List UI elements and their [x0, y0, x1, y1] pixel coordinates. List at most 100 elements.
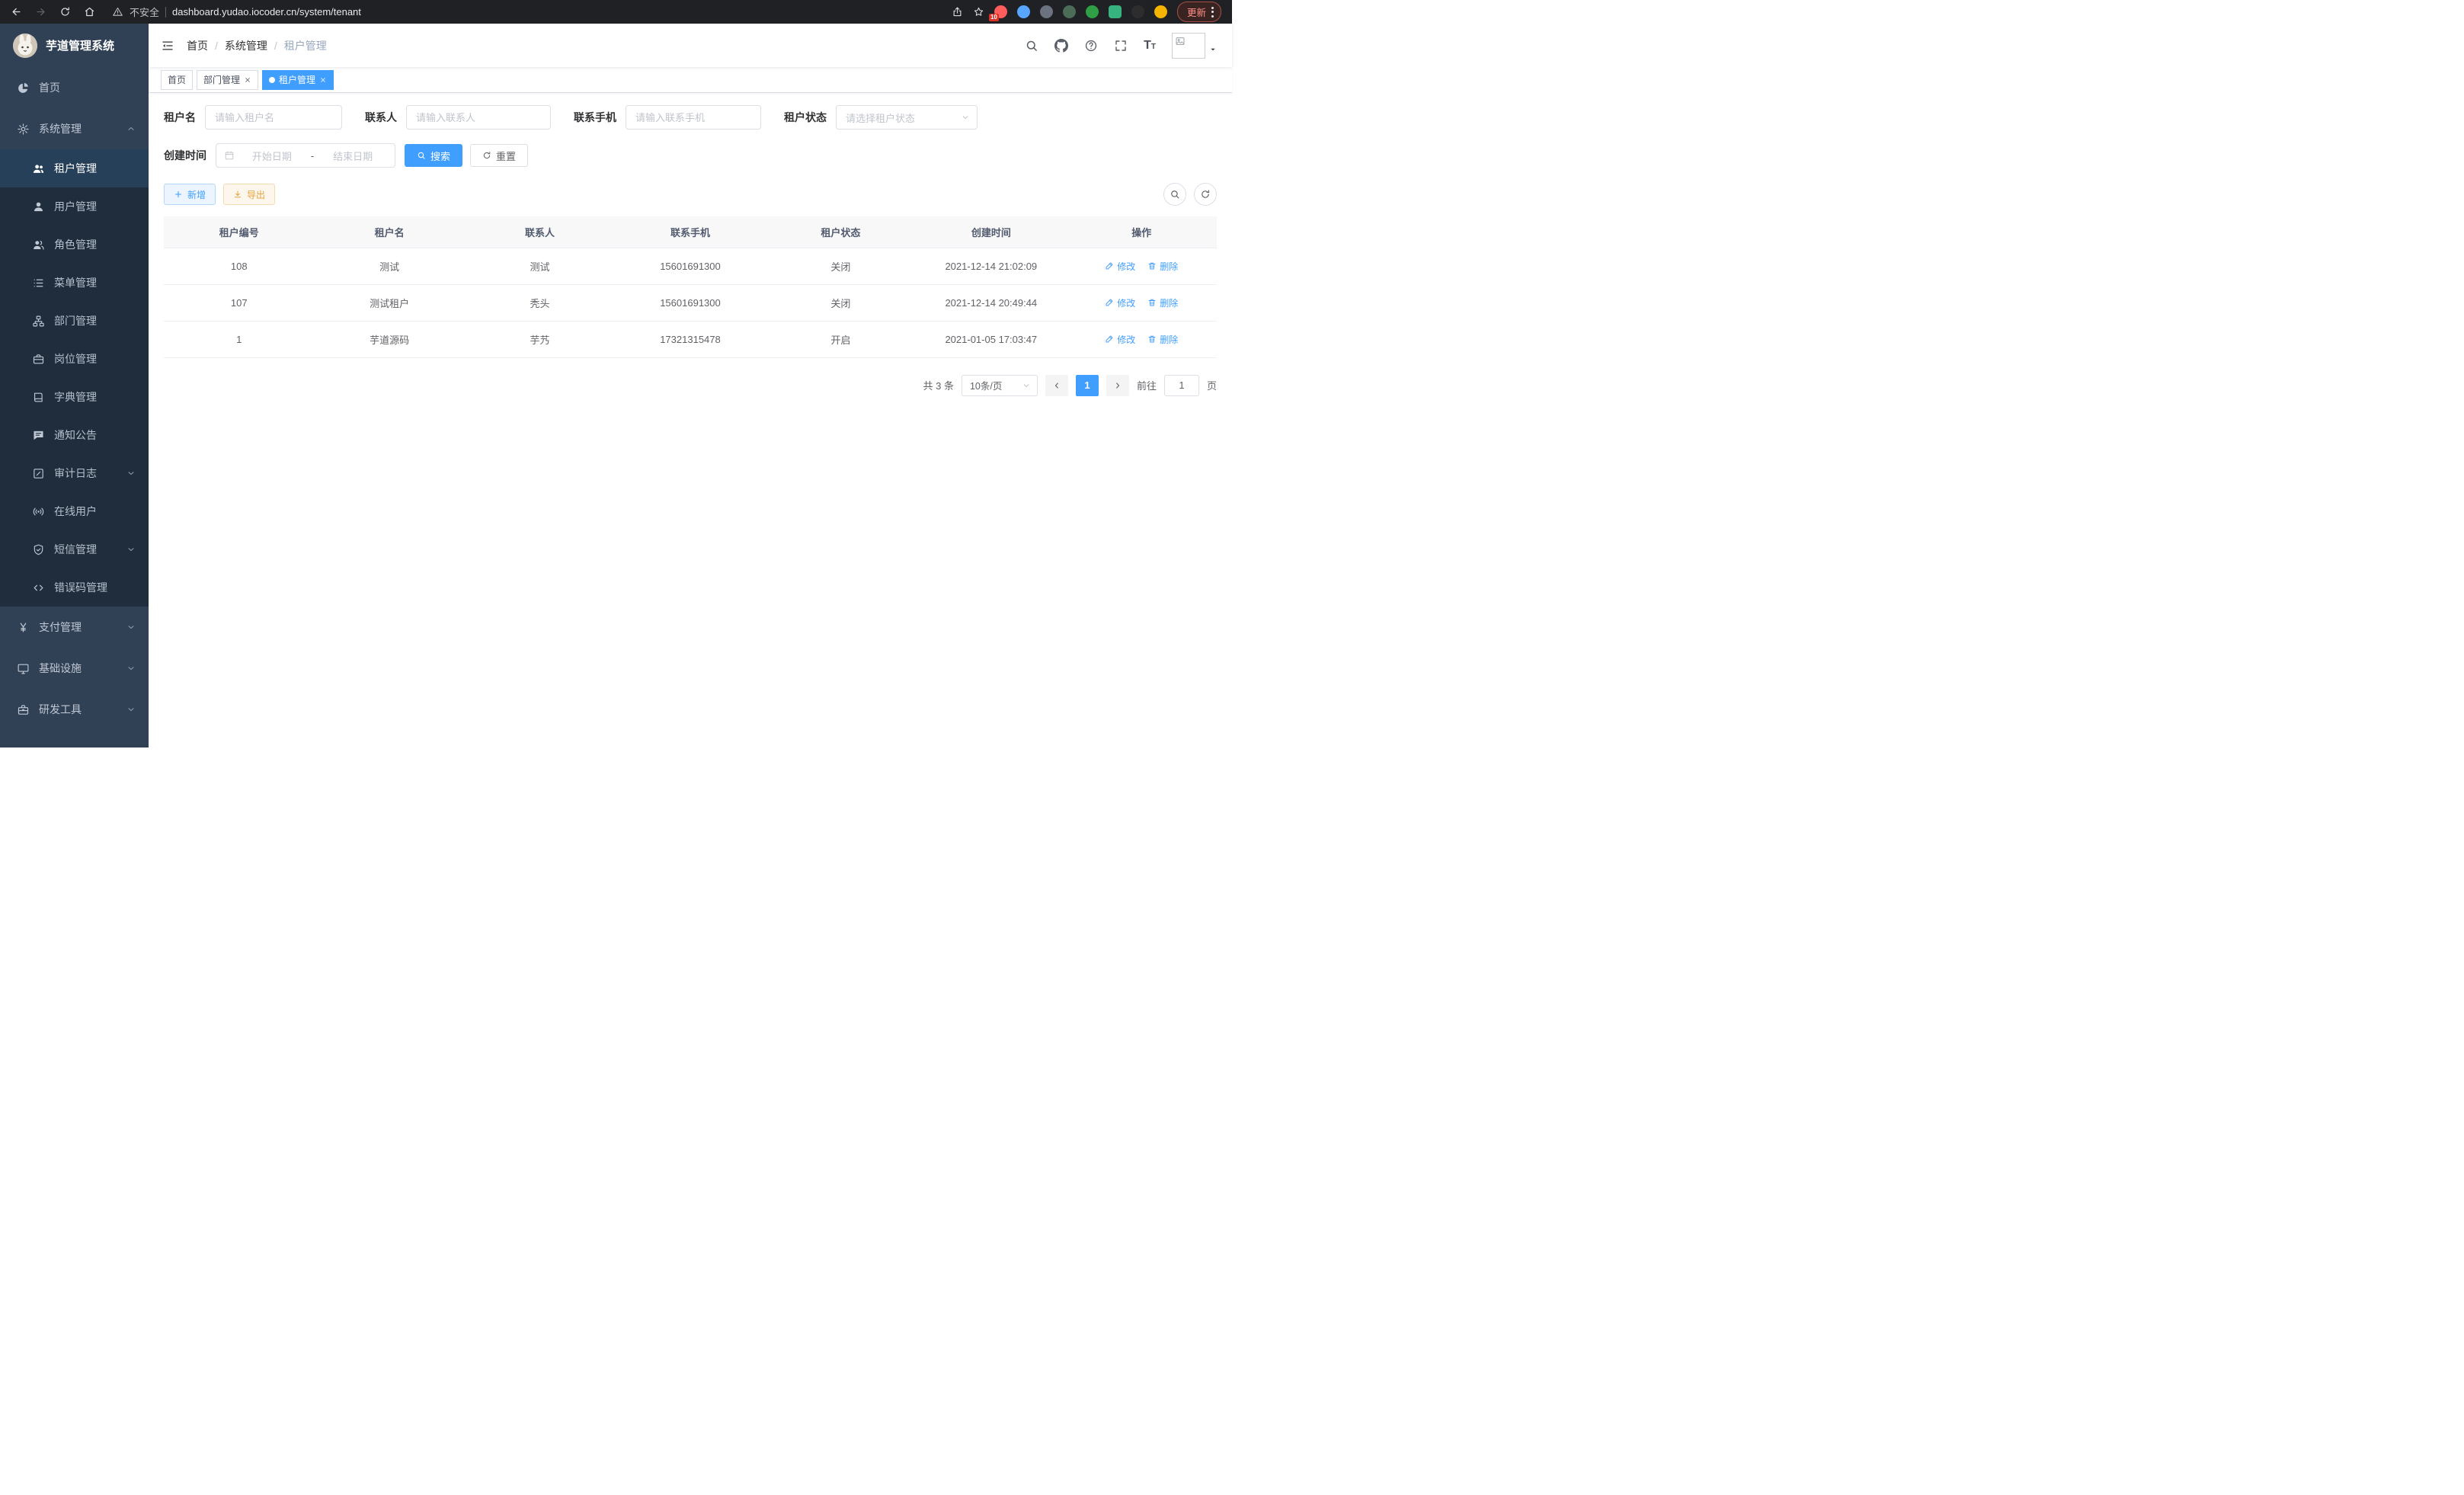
- goto-page-input[interactable]: [1164, 375, 1199, 396]
- sidebar-item-infrastructure[interactable]: 基础设施: [0, 648, 149, 689]
- status-select[interactable]: 请选择租户状态: [836, 105, 978, 130]
- extension-icon-1[interactable]: 10: [994, 5, 1007, 18]
- role-icon: [32, 238, 45, 251]
- delete-link[interactable]: 删除: [1147, 296, 1178, 309]
- sidebar-item-role[interactable]: 角色管理: [0, 226, 149, 264]
- address-url[interactable]: dashboard.yudao.iocoder.cn/system/tenant: [172, 6, 361, 18]
- sidebar-fold-icon[interactable]: [161, 39, 174, 53]
- reload-icon[interactable]: [59, 6, 71, 18]
- column-header: 联系手机: [615, 216, 765, 248]
- delete-link[interactable]: 删除: [1147, 260, 1178, 273]
- extension-icon-8[interactable]: [1154, 5, 1167, 18]
- browser-home-icon[interactable]: [84, 6, 95, 18]
- sidebar-item-payment[interactable]: 支付管理: [0, 607, 149, 648]
- edit-link[interactable]: 修改: [1105, 296, 1135, 309]
- contact-input[interactable]: [406, 105, 551, 130]
- add-button[interactable]: 新增: [164, 184, 216, 205]
- sidebar-item-post[interactable]: 岗位管理: [0, 340, 149, 378]
- field-label: 租户名: [164, 110, 196, 125]
- breadcrumb-current: 租户管理: [284, 38, 327, 53]
- extension-icon-7[interactable]: [1131, 5, 1144, 18]
- fullscreen-icon[interactable]: [1114, 39, 1128, 53]
- sidebar-submenu-system: 租户管理 用户管理 角色管理 菜单管理: [0, 149, 149, 607]
- reset-button[interactable]: 重置: [470, 144, 528, 167]
- tenant-name-input[interactable]: [205, 105, 342, 130]
- sidebar-item-label: 支付管理: [39, 619, 82, 635]
- sidebar-item-online-users[interactable]: 在线用户: [0, 492, 149, 530]
- breadcrumb-home[interactable]: 首页: [187, 38, 208, 53]
- tag-label: 部门管理: [203, 73, 240, 86]
- sidebar-item-audit-log[interactable]: 审计日志: [0, 454, 149, 492]
- page-size-select[interactable]: 10条/页: [962, 375, 1038, 396]
- field-label: 联系手机: [574, 110, 616, 125]
- date-end-placeholder: 结束日期: [318, 149, 387, 163]
- extension-icon-5[interactable]: [1086, 5, 1099, 18]
- github-icon[interactable]: [1054, 39, 1068, 53]
- list-icon: [32, 277, 45, 290]
- edit-link[interactable]: 修改: [1105, 333, 1135, 346]
- chevron-down-icon: [961, 113, 970, 122]
- column-header: 租户名: [314, 216, 464, 248]
- browser-update-button[interactable]: 更新: [1177, 2, 1221, 22]
- browser-menu-icon[interactable]: [1211, 7, 1214, 18]
- search-button[interactable]: 搜索: [405, 144, 462, 167]
- sidebar-item-dev-tools[interactable]: 研发工具: [0, 689, 149, 730]
- user-avatar-menu[interactable]: [1172, 33, 1217, 59]
- export-button[interactable]: 导出: [223, 184, 275, 205]
- filter-contact: 联系人: [365, 105, 551, 130]
- extension-icon-3[interactable]: [1040, 5, 1053, 18]
- logo-avatar: [13, 34, 37, 58]
- sidebar-item-error-code[interactable]: 错误码管理: [0, 568, 149, 607]
- tag-dept[interactable]: 部门管理: [197, 70, 258, 90]
- app-title: 芋道管理系统: [46, 37, 114, 53]
- sidebar-item-home[interactable]: 首页: [0, 67, 149, 108]
- monitor-icon: [17, 662, 30, 675]
- search-icon[interactable]: [1025, 39, 1038, 53]
- share-icon[interactable]: [952, 6, 963, 18]
- sidebar-item-notice[interactable]: 通知公告: [0, 416, 149, 454]
- browser-actions: 10 更新: [952, 2, 1221, 22]
- logo: 芋道管理系统: [0, 24, 149, 67]
- sidebar-item-user[interactable]: 用户管理: [0, 187, 149, 226]
- cell-created: 2021-01-05 17:03:47: [916, 321, 1066, 357]
- briefcase-icon: [32, 353, 45, 366]
- address-bar[interactable]: 不安全 dashboard.yudao.iocoder.cn/system/te…: [112, 5, 361, 19]
- sidebar-item-dict[interactable]: 字典管理: [0, 378, 149, 416]
- sidebar-item-label: 岗位管理: [54, 351, 97, 367]
- gear-icon: [17, 123, 30, 136]
- breadcrumb-system: 系统管理: [225, 38, 267, 53]
- sidebar-item-menu-mgmt[interactable]: 菜单管理: [0, 264, 149, 302]
- edit-link[interactable]: 修改: [1105, 260, 1135, 273]
- sidebar-item-system[interactable]: 系统管理: [0, 108, 149, 149]
- page-number-button[interactable]: 1: [1076, 375, 1099, 396]
- close-icon[interactable]: [319, 76, 327, 84]
- sidebar-item-label: 首页: [39, 80, 60, 95]
- sidebar-item-dept[interactable]: 部门管理: [0, 302, 149, 340]
- sidebar-item-sms[interactable]: 短信管理: [0, 530, 149, 568]
- next-page-button[interactable]: [1106, 375, 1129, 396]
- back-icon[interactable]: [11, 6, 22, 18]
- breadcrumb-separator: /: [274, 40, 277, 52]
- extension-icon-6[interactable]: [1109, 5, 1122, 18]
- toggle-search-button[interactable]: [1163, 183, 1186, 206]
- row-actions: 修改 删除: [1067, 260, 1217, 273]
- refresh-table-button[interactable]: [1194, 183, 1217, 206]
- prev-page-button[interactable]: [1045, 375, 1068, 396]
- help-icon[interactable]: [1084, 39, 1098, 53]
- forward-icon[interactable]: [35, 6, 46, 18]
- chevron-down-icon: [1022, 381, 1031, 390]
- font-size-icon[interactable]: TT: [1144, 39, 1156, 53]
- sidebar-item-tenant[interactable]: 租户管理: [0, 149, 149, 187]
- extension-icon-2[interactable]: [1017, 5, 1030, 18]
- date-range-picker[interactable]: 开始日期 - 结束日期: [216, 143, 395, 168]
- table-row: 107 测试租户 秃头 15601691300 关闭 2021-12-14 20…: [164, 284, 1217, 321]
- bookmark-star-icon[interactable]: [973, 6, 984, 18]
- delete-link[interactable]: 删除: [1147, 333, 1178, 346]
- mobile-input[interactable]: [626, 105, 761, 130]
- extension-icon-4[interactable]: [1063, 5, 1076, 18]
- close-icon[interactable]: [244, 76, 251, 84]
- tag-home[interactable]: 首页: [161, 70, 193, 90]
- sidebar-item-label: 研发工具: [39, 702, 82, 717]
- tag-tenant[interactable]: 租户管理: [262, 70, 334, 90]
- security-label[interactable]: 不安全: [130, 5, 159, 19]
